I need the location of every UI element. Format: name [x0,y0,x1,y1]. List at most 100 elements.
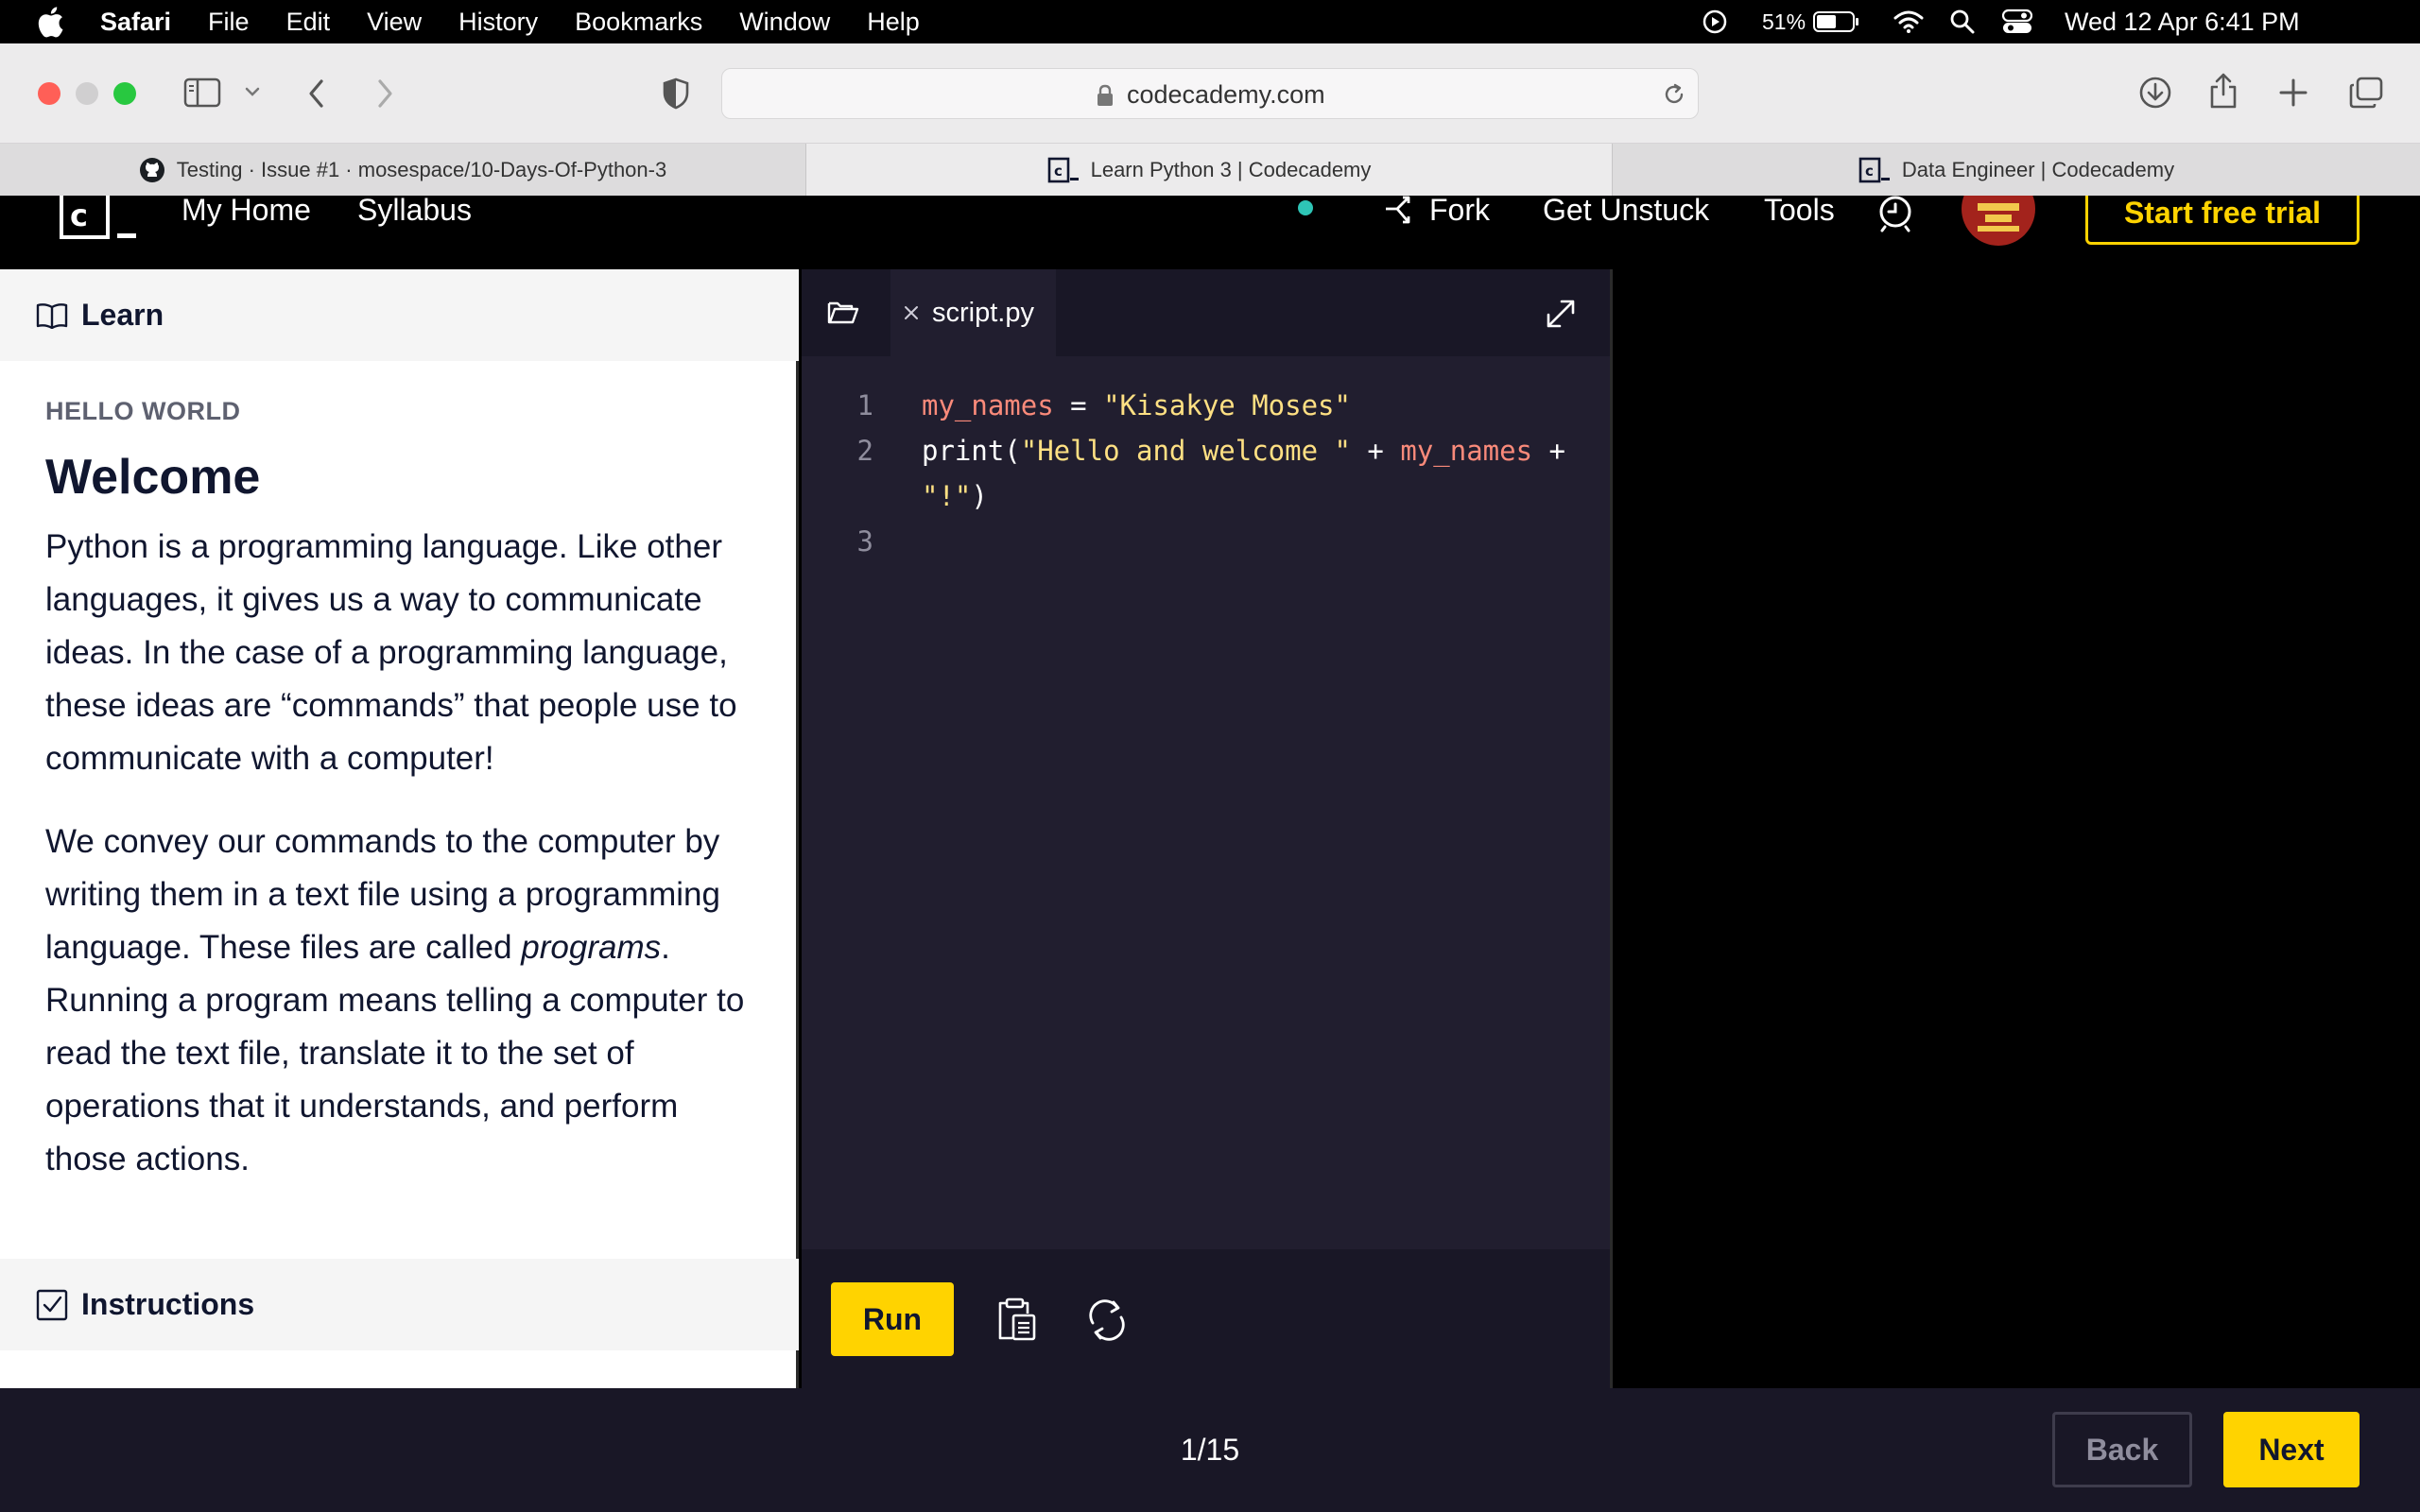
token-function: print( [922,435,1021,467]
output-terminal[interactable] [1610,269,2420,1388]
close-window-button[interactable] [38,82,60,105]
forward-arrow-icon[interactable] [372,77,397,110]
expand-icon[interactable] [1545,298,1577,330]
menu-app-name[interactable]: Safari [100,8,171,37]
tab-learn-python[interactable]: c Learn Python 3 | Codecademy [806,144,1613,196]
instructions-header[interactable]: Instructions [0,1259,799,1350]
token-variable: my_names [922,389,1054,421]
learn-panel-header[interactable]: Learn [0,269,799,361]
emphasis-programs: programs [521,929,662,966]
fork-button[interactable]: Fork [1429,195,1490,225]
chevron-down-icon[interactable] [244,85,261,98]
codecademy-icon: c [1858,157,1891,183]
token-operator: + [1350,435,1401,467]
lesson-content: HELLO WORLD Welcome Python is a programm… [45,361,764,1216]
code-line[interactable]: 3 [802,519,1610,564]
nav-my-home[interactable]: My Home [182,195,311,225]
next-button[interactable]: Next [2223,1412,2360,1487]
tools-button[interactable]: Tools [1764,195,1835,225]
wifi-icon[interactable] [1893,0,1925,43]
lesson-panel: Learn HELLO WORLD Welcome Python is a pr… [0,269,799,1388]
token-operator: = [1053,389,1104,421]
fork-icon[interactable] [1382,196,1420,230]
nav-syllabus[interactable]: Syllabus [357,195,472,225]
token-string: "Hello and welcome " [1020,435,1351,467]
status-dot [1298,200,1313,215]
battery-percentage: 51% [1762,9,1806,34]
downloads-icon[interactable] [2138,76,2172,110]
tab-github-issue[interactable]: Testing · Issue #1 · mosespace/10-Days-O… [0,144,806,196]
paragraph-text: . Running a program means telling a comp… [45,929,745,1177]
file-tab[interactable]: script.py [890,269,1056,356]
zoom-window-button[interactable] [113,82,136,105]
menu-file[interactable]: File [208,8,250,37]
menu-bar-clock[interactable]: Wed 12 Apr 6:41 PM [2065,0,2300,43]
privacy-shield-icon[interactable] [662,77,690,110]
back-arrow-icon[interactable] [304,77,329,110]
tab-overview-icon[interactable] [2348,76,2384,110]
github-icon [139,157,165,183]
token-paren: ) [971,480,988,512]
get-unstuck-button[interactable]: Get Unstuck [1543,195,1709,225]
code-line[interactable]: 2 print("Hello and welcome " + my_names … [802,428,1610,473]
menu-window[interactable]: Window [739,8,830,37]
reset-code-icon[interactable] [1085,1298,1129,1342]
codecademy-header: c My Home Syllabus Fork Get Unstuck Tool… [0,195,2420,269]
checkbox-icon [36,1289,68,1320]
tab-data-engineer[interactable]: c Data Engineer | Codecademy [1613,144,2420,196]
lesson-progress[interactable]: 1/15 [1115,1388,1305,1512]
tab-title: Testing · Issue #1 · mosespace/10-Days-O… [176,157,667,181]
lock-icon [1098,84,1113,106]
menu-edit[interactable]: Edit [286,8,331,37]
editor-header: script.py [802,269,1610,356]
code-text: my_names = "Kisakye Moses" [922,383,1351,428]
control-center-icon[interactable] [2002,0,2032,43]
token-string: "Kisakye Moses" [1103,389,1351,421]
start-free-trial-button[interactable]: Start free trial [2085,196,2360,245]
clock-icon[interactable] [1876,196,1915,233]
new-tab-plus-icon[interactable] [2278,77,2308,108]
macos-menu-bar: Safari File Edit View History Bookmarks … [0,0,2420,43]
url-text[interactable]: codecademy.com [1127,69,1325,120]
spotlight-search-icon[interactable] [1949,0,1976,43]
battery-icon[interactable] [1813,0,1860,43]
apple-logo-icon[interactable] [36,5,64,39]
svg-text:c: c [70,198,88,233]
close-icon[interactable] [904,305,919,320]
minimize-window-button[interactable] [76,82,98,105]
code-line-wrapped[interactable]: "!") [802,473,1610,519]
back-button[interactable]: Back [2052,1412,2192,1487]
sidebar-toggle-icon[interactable] [183,77,221,108]
menu-view[interactable]: View [367,8,422,37]
menu-help[interactable]: Help [867,8,920,37]
editor-footer: Run [802,1249,1610,1388]
tab-bar: Testing · Issue #1 · mosespace/10-Days-O… [0,144,2420,196]
copy-to-clipboard-icon[interactable] [994,1297,1038,1342]
line-number: 1 [856,389,873,421]
run-button[interactable]: Run [831,1282,954,1356]
file-name: script.py [932,297,1034,328]
line-number: 2 [856,435,873,467]
codecademy-icon: c [1047,157,1080,183]
share-icon[interactable] [2208,72,2238,110]
token-operator: + [1532,435,1565,467]
code-text: "!") [922,473,988,519]
book-icon [36,302,68,329]
user-avatar[interactable] [1961,196,2036,247]
token-variable: my_names [1400,435,1533,467]
now-playing-icon[interactable] [1702,0,1728,43]
menu-bookmarks[interactable]: Bookmarks [575,8,702,37]
token-string: "!" [922,480,972,512]
lesson-navigation-bar: 1/15 Back Next [0,1388,2420,1512]
lesson-paragraph: We convey our commands to the computer b… [45,816,764,1186]
svg-text:c: c [1054,163,1063,180]
reload-icon[interactable] [1662,82,1686,107]
codecademy-logo[interactable]: c [59,196,138,239]
lesson-title: Welcome [45,450,261,505]
learn-label: Learn [81,298,164,332]
code-line[interactable]: 1 my_names = "Kisakye Moses" [802,383,1610,428]
code-text: print("Hello and welcome " + my_names + [922,428,1565,473]
address-bar[interactable]: codecademy.com [721,68,1699,119]
folder-icon[interactable] [826,298,860,326]
menu-history[interactable]: History [458,8,538,37]
